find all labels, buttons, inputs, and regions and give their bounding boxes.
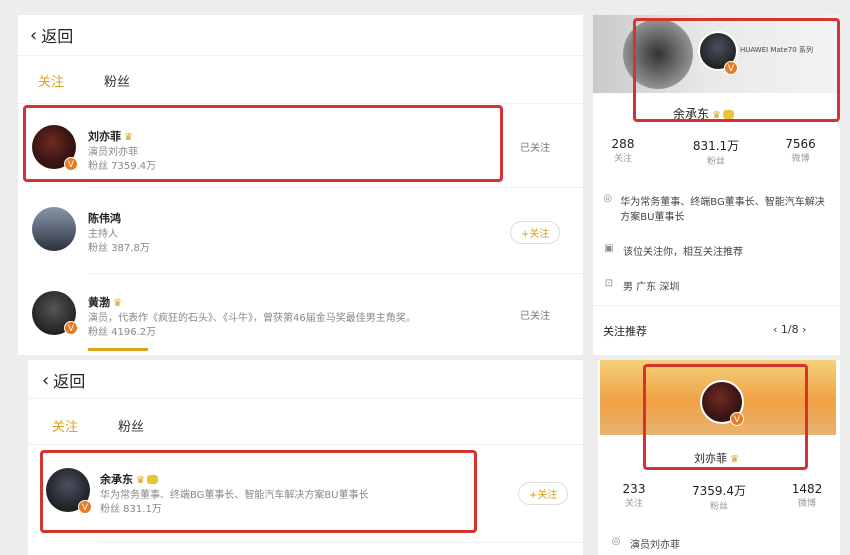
user-name: 黄渤 xyxy=(88,296,110,309)
stat-following[interactable]: 288 关注 xyxy=(603,137,643,164)
stat-number: 7359.4万 xyxy=(692,484,746,498)
chevron-left-icon: ‹ xyxy=(30,24,38,46)
verified-badge-icon: V xyxy=(64,321,78,335)
recommend-label: 关注推荐 xyxy=(603,325,647,338)
stat-fans[interactable]: 831.1万 粉丝 xyxy=(681,137,751,167)
stat-number: 7566 xyxy=(785,137,816,151)
row-divider xyxy=(98,542,583,543)
followed-button[interactable]: 已关注 xyxy=(520,307,550,322)
info-text: 男 广东 深圳 xyxy=(623,282,680,293)
top-follow-list-panel: ‹ 返回 关注 粉丝 V 刘亦菲 ♛ 演员刘亦菲 粉丝 7359.4万 已关注 陈… xyxy=(18,15,583,355)
info-relation: ▣ 该位关注你，相互关注推荐 xyxy=(603,243,828,258)
stat-number: 831.1万 xyxy=(692,139,740,153)
chevron-left-icon[interactable]: ‹ xyxy=(773,323,777,336)
back-label: 返回 xyxy=(41,27,74,46)
back-button[interactable]: ‹ 返回 xyxy=(30,23,73,47)
tabs-divider xyxy=(28,444,583,445)
chevron-right-icon[interactable]: › xyxy=(802,323,806,336)
stat-posts[interactable]: 7566 微博 xyxy=(778,137,823,164)
followed-button[interactable]: 已关注 xyxy=(520,139,550,154)
stat-number: 233 xyxy=(622,482,646,496)
info-text: 演员刘亦菲 xyxy=(630,540,680,551)
tab-follow[interactable]: 关注 xyxy=(38,71,64,90)
stat-label: 微博 xyxy=(791,154,810,164)
back-button[interactable]: ‹ 返回 xyxy=(42,368,85,392)
highlight-box xyxy=(633,18,840,122)
scroll-indicator xyxy=(88,348,148,351)
info-title: ◎ 演员刘亦菲 xyxy=(610,536,830,551)
screenshot-collage: ‹ 返回 关注 粉丝 V 刘亦菲 ♛ 演员刘亦菲 粉丝 7359.4万 已关注 陈… xyxy=(0,0,850,555)
header-divider xyxy=(18,55,583,56)
stat-following[interactable]: 233 关注 xyxy=(614,482,654,509)
list-item[interactable]: 陈伟鸿 主持人 粉丝 387.8万 +关注 xyxy=(18,195,583,267)
card-icon: ▣ xyxy=(604,243,614,254)
list-item[interactable]: V 黄渤 ♛ 演员，代表作《疯狂的石头》、《斗牛》，曾获第46届金马奖最佳男主角奖… xyxy=(18,279,583,351)
row-divider xyxy=(88,187,583,188)
pager-text: 1/8 xyxy=(780,323,799,336)
stat-label: 粉丝 xyxy=(706,157,725,167)
stat-number: 288 xyxy=(611,137,635,151)
info-text: 该位关注你，相互关注推荐 xyxy=(623,247,743,258)
tab-bar: 关注 粉丝 xyxy=(52,416,144,435)
header-divider xyxy=(28,398,583,399)
badge-icon: ◎ xyxy=(603,193,612,204)
follow-button[interactable]: +关注 xyxy=(518,482,569,505)
user-name: 陈伟鸿 xyxy=(88,212,121,225)
highlight-box xyxy=(23,105,503,182)
avatar xyxy=(32,207,76,251)
user-name-line: 黄渤 ♛ xyxy=(88,291,122,310)
highlight-box xyxy=(40,450,477,533)
stat-label: 关注 xyxy=(613,154,632,164)
stat-number: 1482 xyxy=(791,482,823,496)
info-location: ⊡ 男 广东 深圳 xyxy=(603,278,828,293)
info-title: ◎ 华为常务董事、终端BG董事长、智能汽车解决方案BU董事长 xyxy=(603,193,828,223)
stat-posts[interactable]: 1482 微博 xyxy=(784,482,830,509)
user-fans: 粉丝 387.8万 xyxy=(88,243,150,254)
info-text: 华为常务董事、终端BG董事长、智能汽车解决方案BU董事长 xyxy=(620,197,825,223)
stat-fans[interactable]: 7359.4万 粉丝 xyxy=(686,482,752,512)
tab-fans[interactable]: 粉丝 xyxy=(104,71,130,90)
row-divider xyxy=(88,273,583,274)
follow-button[interactable]: +关注 xyxy=(510,221,561,244)
profile-icon: ⊡ xyxy=(604,278,614,289)
section-divider xyxy=(593,305,840,306)
stat-label: 微博 xyxy=(797,499,816,509)
crown-icon: ♛ xyxy=(113,298,122,309)
back-label: 返回 xyxy=(53,372,86,391)
tab-fans[interactable]: 粉丝 xyxy=(118,416,144,435)
recommend-pager[interactable]: ‹ 1/8 › xyxy=(773,323,807,336)
user-fans: 粉丝 4196.2万 xyxy=(88,327,157,338)
stat-label: 粉丝 xyxy=(709,502,728,512)
user-desc: 主持人 xyxy=(88,229,118,240)
tab-bar: 关注 粉丝 xyxy=(38,71,130,90)
user-desc: 演员，代表作《疯狂的石头》、《斗牛》，曾获第46届金马奖最佳男主角奖。 xyxy=(88,313,416,324)
user-name-line: 陈伟鸿 xyxy=(88,207,121,226)
highlight-box xyxy=(643,364,808,470)
badge-icon: ◎ xyxy=(611,536,621,547)
tabs-divider xyxy=(18,103,583,104)
stat-label: 关注 xyxy=(624,499,643,509)
tab-follow[interactable]: 关注 xyxy=(52,416,78,435)
chevron-left-icon: ‹ xyxy=(42,369,50,391)
